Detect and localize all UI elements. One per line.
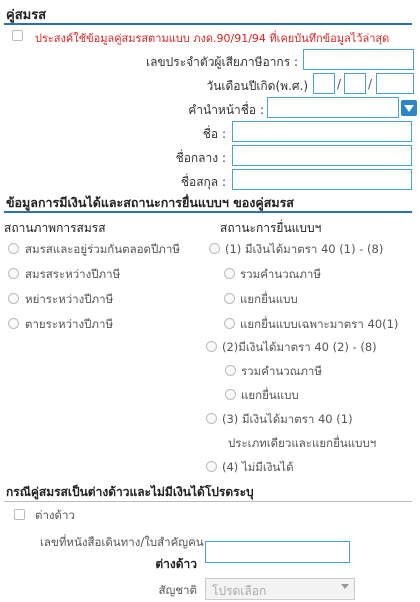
filing-option-label: แยกยื่นแบบเฉพาะมาตรา 40(1)	[240, 317, 399, 331]
marital-radio-deceased[interactable]	[8, 318, 19, 329]
marital-radio-divorced[interactable]	[8, 293, 19, 304]
foreigner-checkbox[interactable]	[14, 509, 25, 520]
date-separator: /	[368, 77, 373, 91]
filing-option-label: (3) มีเงินได้มาตรา 40 (1)	[222, 412, 353, 426]
filing-status-heading: สถานะการยื่นแบบฯ	[220, 221, 322, 235]
middle-name-input[interactable]	[232, 145, 412, 166]
reuse-spouse-data-label: ประสงค์ใช้ข้อมูลคู่สมรสตามแบบ ภงด.90/91/…	[35, 32, 390, 45]
birth-month-input[interactable]	[344, 73, 366, 94]
filing-option-label: (2)มีเงินได้มาตรา 40 (2) - (8)	[222, 340, 377, 354]
filing-radio-opt1-separate[interactable]	[224, 293, 235, 304]
passport-number-input[interactable]	[205, 541, 350, 563]
filing-option-note: ประเภทเดียวและแยกยื่นแบบฯ	[228, 436, 377, 450]
filing-radio-opt2-separate[interactable]	[225, 389, 236, 400]
first-name-label: ชื่อ :	[202, 127, 226, 141]
reuse-spouse-data-checkbox[interactable]	[12, 30, 23, 41]
date-separator: /	[337, 77, 342, 91]
last-name-label: ชื่อสกุล :	[180, 175, 226, 189]
filing-radio-opt1-combined[interactable]	[224, 268, 235, 279]
chevron-down-icon	[341, 584, 349, 589]
birth-day-input[interactable]	[313, 73, 335, 94]
nationality-label: สัญชาติ	[158, 583, 197, 597]
filing-radio-opt2[interactable]	[206, 341, 217, 352]
spouse-section-title: คู่สมรส	[6, 8, 47, 23]
marital-option-label: สมรสระหว่างปีภาษี	[25, 267, 121, 281]
marital-option-label: ตายระหว่างปีภาษี	[25, 317, 114, 331]
filing-radio-opt1-separate-401[interactable]	[224, 318, 235, 329]
nationality-select[interactable]: โปรดเลือก	[205, 578, 355, 600]
first-name-input[interactable]	[232, 121, 412, 142]
filing-option-label: รวมคำนวณภาษี	[241, 364, 322, 378]
foreigner-section-title: กรณีคู่สมรสเป็นต่างด้าวและไม่มีเงินได้โป…	[6, 485, 254, 499]
filing-option-label: (1) มีเงินได้มาตรา 40 (1) - (8)	[225, 242, 384, 256]
birthdate-label: วันเดือนปีเกิด(พ.ศ.)	[206, 79, 308, 93]
prefix-label: คำนำหน้าชื่อ :	[188, 103, 264, 117]
chevron-down-icon[interactable]	[401, 100, 417, 116]
last-name-input[interactable]	[232, 169, 412, 190]
section-divider	[4, 23, 412, 25]
filing-radio-opt3[interactable]	[206, 413, 217, 424]
marital-option-label: สมรสและอยู่ร่วมกันตลอดปีภาษี	[25, 242, 180, 256]
middle-name-label: ชื่อกลาง :	[175, 151, 226, 165]
marital-status-heading: สถานภาพการสมรส	[4, 221, 106, 235]
filing-option-label: แยกยื่นแบบ	[240, 292, 298, 306]
filing-option-label: รวมคำนวณภาษี	[240, 267, 321, 281]
filing-option-label: แยกยื่นแบบ	[241, 388, 299, 402]
birth-year-input[interactable]	[376, 73, 414, 94]
prefix-select[interactable]	[267, 97, 399, 118]
marital-option-label: หย่าระหว่างปีภาษี	[25, 292, 114, 306]
marital-radio-married-during-year[interactable]	[8, 268, 19, 279]
foreigner-checkbox-label: ต่างด้าว	[35, 508, 75, 522]
passport-label-line2: ต่างด้าว	[155, 557, 197, 571]
nationality-select-placeholder: โปรดเลือก	[212, 584, 267, 598]
filing-option-label: (4) ไม่มีเงินได้	[222, 460, 294, 474]
marital-radio-married-together[interactable]	[8, 243, 19, 254]
income-section-title: ข้อมูลการมีเงินได้และสถานะการยื่นแบบฯ ขอ…	[6, 195, 294, 210]
passport-label: เลขที่หนังสือเดินทาง/ใบสำคัญคน	[40, 535, 204, 549]
filing-radio-opt2-combined[interactable]	[225, 365, 236, 376]
filing-radio-opt1[interactable]	[209, 243, 220, 254]
section-divider	[4, 211, 412, 213]
filing-radio-opt4[interactable]	[206, 461, 217, 472]
tax-id-input[interactable]	[303, 49, 414, 70]
tax-id-label: เลขประจำตัวผู้เสียภาษีอากร :	[145, 55, 298, 69]
section-divider	[4, 501, 412, 502]
